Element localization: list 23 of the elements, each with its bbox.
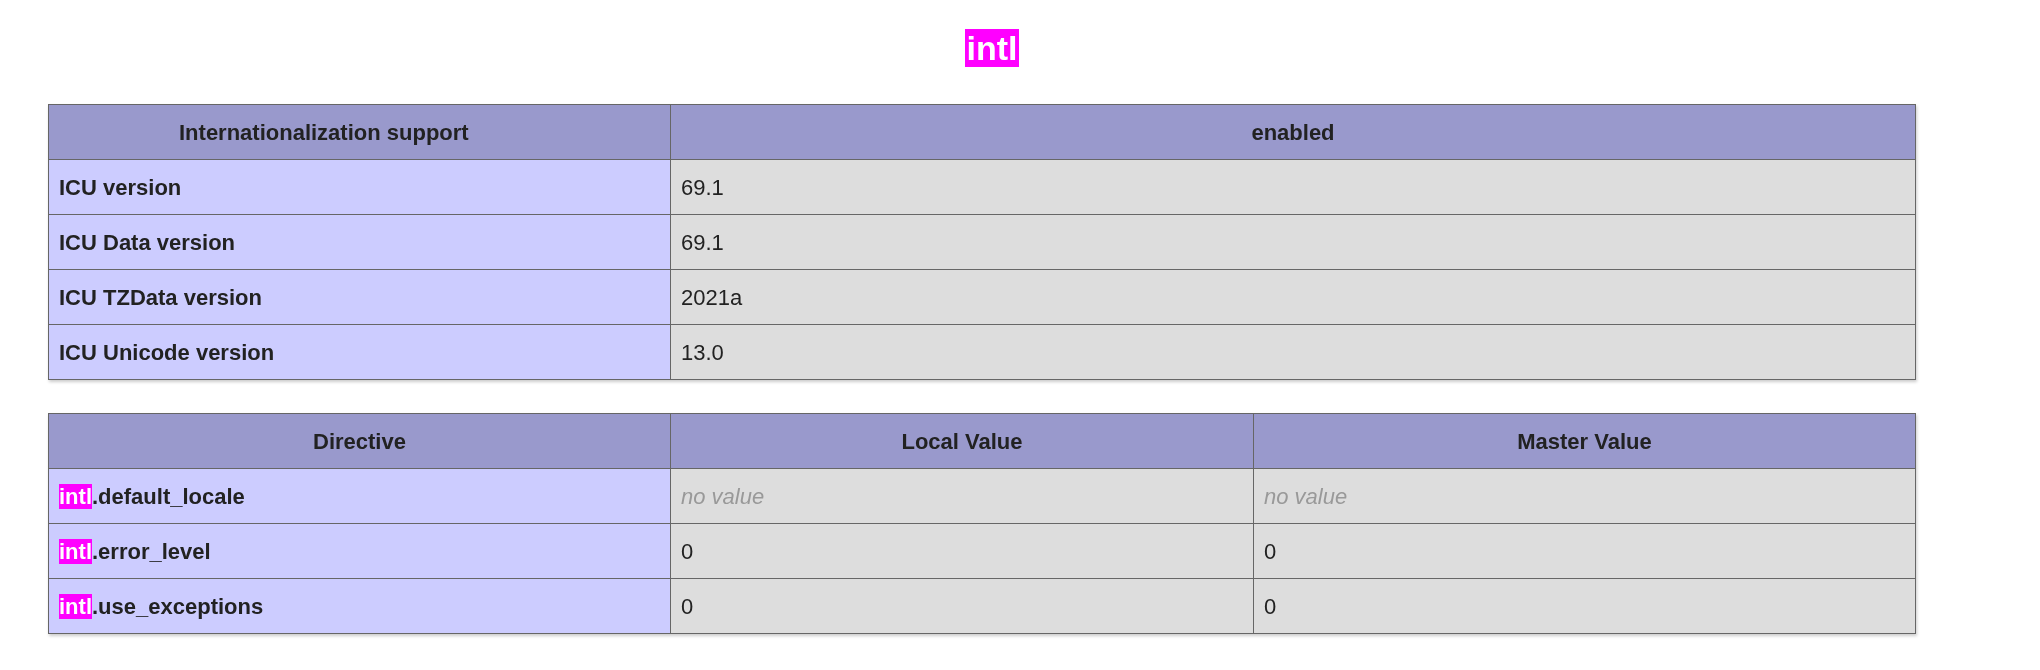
column-header: Internationalization support [48,104,671,160]
table-cell: no value [670,468,1254,524]
column-header: Local Value [670,413,1254,469]
column-header: Directive [48,413,671,469]
directive-name: intl.default_locale [48,468,671,524]
table-cell: 0 [1253,523,1916,579]
column-header: Master Value [1253,413,1916,469]
directive-name: intl.error_level [48,523,671,579]
row-label: ICU version [48,159,671,215]
page-title: intl [964,29,1020,67]
table-cell: 13.0 [670,324,1916,380]
table-cell: 69.1 [670,214,1916,270]
table-cell: 69.1 [670,159,1916,215]
row-label: ICU TZData version [48,269,671,325]
directive-name: intl.use_exceptions [48,578,671,634]
row-label: ICU Data version [48,214,671,270]
table-cell: 0 [1253,578,1916,634]
row-label: ICU Unicode version [48,324,671,380]
table-cell: no value [1253,468,1916,524]
column-header: enabled [670,104,1916,160]
table-cell: 0 [670,578,1254,634]
table-cell: 0 [670,523,1254,579]
table-cell: 2021a [670,269,1916,325]
